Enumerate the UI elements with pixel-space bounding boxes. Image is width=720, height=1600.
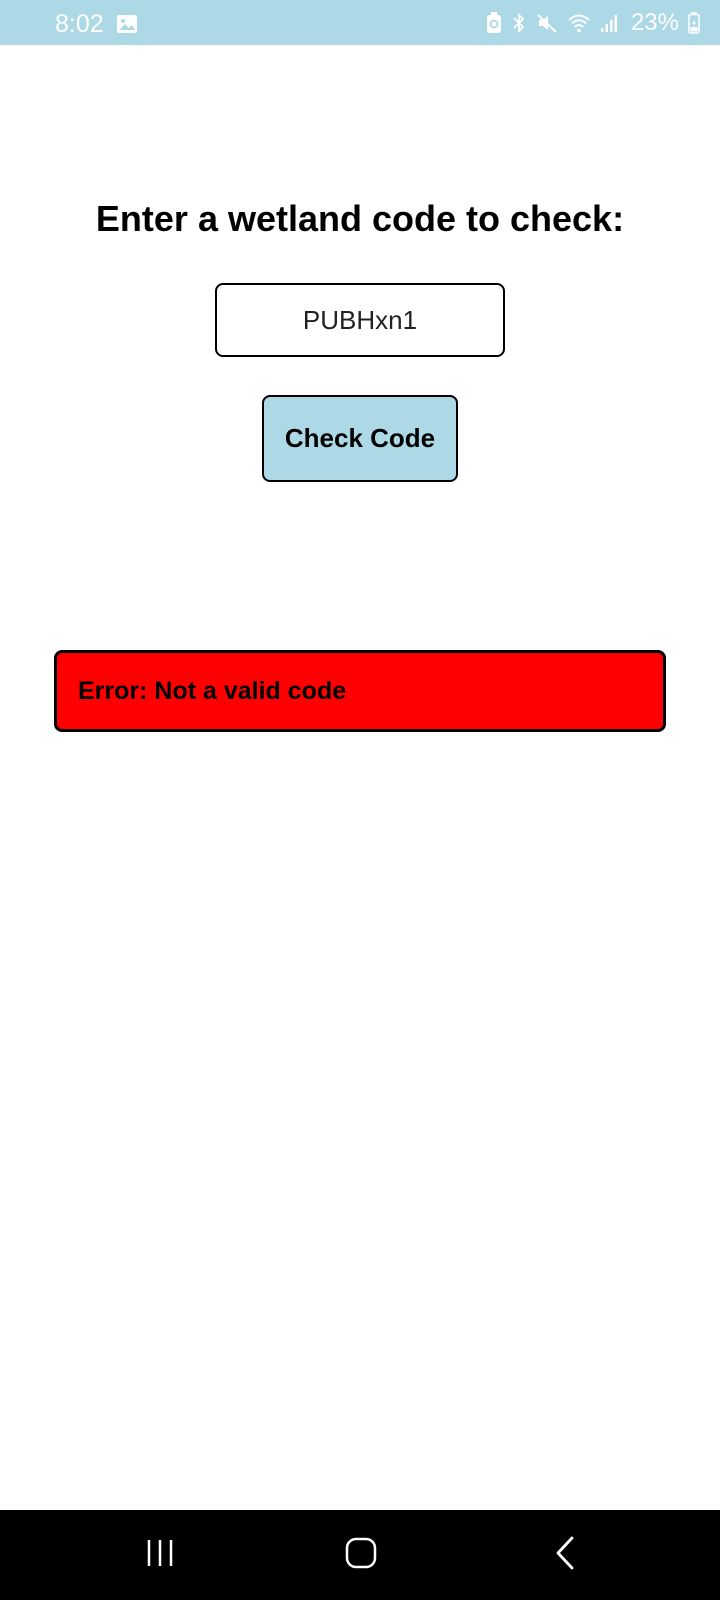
battery-saver-icon xyxy=(486,12,502,34)
error-message: Error: Not a valid code xyxy=(78,676,347,705)
signal-icon xyxy=(600,12,620,34)
mute-icon xyxy=(536,12,558,34)
home-icon xyxy=(345,1537,377,1574)
home-button[interactable] xyxy=(301,1510,421,1600)
check-code-button[interactable]: Check Code xyxy=(262,395,458,482)
back-button[interactable] xyxy=(505,1510,625,1600)
back-icon xyxy=(554,1535,576,1576)
gallery-icon xyxy=(116,14,138,34)
status-icons: 23% xyxy=(486,9,700,37)
page-heading: Enter a wetland code to check: xyxy=(95,198,625,239)
wetland-code-input[interactable] xyxy=(215,283,505,357)
recents-icon xyxy=(144,1537,176,1574)
battery-percent: 23% xyxy=(630,9,679,36)
error-message-box: Error: Not a valid code xyxy=(54,650,666,732)
app-screen: 8:02 23% Enter a wetland code to check: … xyxy=(0,0,720,1600)
recents-button[interactable] xyxy=(100,1510,220,1600)
navigation-bar xyxy=(0,1510,720,1600)
wifi-icon xyxy=(567,12,591,34)
status-time: 8:02 xyxy=(55,10,104,38)
battery-icon xyxy=(688,12,700,34)
status-bar: 8:02 23% xyxy=(0,0,720,45)
bluetooth-icon xyxy=(511,12,527,34)
